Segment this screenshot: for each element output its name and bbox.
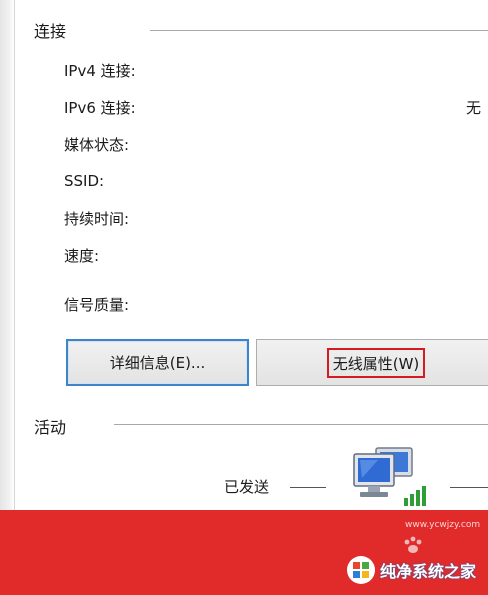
speed-label: 速度: — [64, 247, 100, 265]
details-button-label: 详细信息(E)... — [109, 354, 206, 372]
connection-separator — [150, 30, 488, 31]
received-dash — [450, 487, 488, 488]
activity-section-title: 活动 — [34, 418, 67, 437]
signal-quality-label: 信号质量: — [64, 296, 130, 314]
duration-label: 持续时间: — [64, 210, 130, 228]
paw-icon — [404, 536, 422, 553]
ipv6-connection-value: 无 — [466, 99, 482, 117]
sent-dash — [290, 487, 326, 488]
window-left-border — [0, 0, 15, 510]
network-computer-icon — [353, 447, 426, 506]
activity-separator — [114, 424, 488, 425]
watermark-logo: 纯净系统之家 — [346, 555, 476, 585]
media-state-label: 媒体状态: — [64, 136, 130, 154]
details-button[interactable]: 详细信息(E)... — [66, 339, 249, 386]
connection-section-title: 连接 — [34, 22, 67, 41]
watermark-brand: 纯净系统之家 — [380, 562, 477, 581]
ipv4-connection-label: IPv4 连接: — [64, 62, 136, 80]
wireless-properties-label: 无线属性(W) — [326, 347, 426, 378]
watermark-url: www.ycwjzy.com — [405, 520, 481, 530]
sent-label: 已发送 — [224, 478, 270, 496]
windows-logo-icon — [347, 556, 375, 584]
ipv6-connection-label: IPv6 连接: — [64, 99, 136, 117]
signal-bars-icon — [404, 486, 426, 506]
ssid-label: SSID: — [64, 172, 105, 190]
wireless-properties-button[interactable]: 无线属性(W) — [256, 339, 488, 386]
